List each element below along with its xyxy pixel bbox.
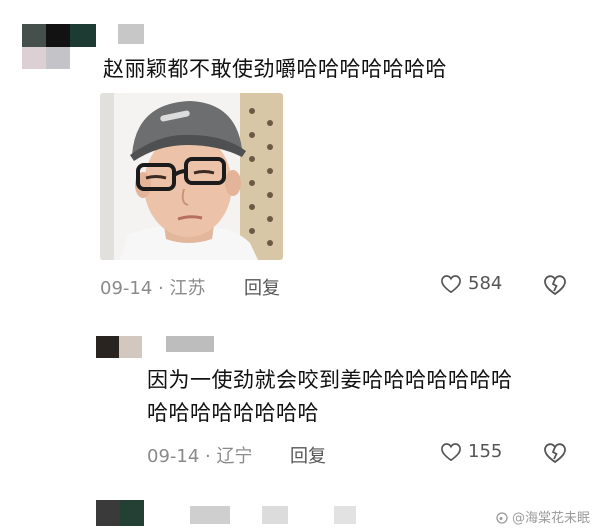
dislike-button[interactable] [543, 274, 567, 300]
comment-text: 赵丽颖都不敢使劲嚼哈哈哈哈哈哈哈 [103, 57, 447, 81]
avatar[interactable] [96, 336, 142, 358]
like-count: 155 [468, 441, 503, 462]
broken-heart-icon [544, 275, 566, 296]
comment-date: 09-14 [100, 278, 153, 299]
username-redacted[interactable] [262, 506, 288, 524]
watermark: @海棠花未眠 [495, 507, 590, 526]
heart-icon [441, 274, 461, 293]
comment-date-location: 09-14 · 江苏 [100, 278, 206, 299]
comment-location: 江苏 [169, 278, 206, 299]
portrait-photo [100, 93, 283, 260]
comment-date-location: 09-14 · 辽宁 [147, 446, 253, 467]
watermark-text: @海棠花未眠 [511, 511, 590, 526]
weibo-logo-icon [496, 511, 508, 524]
username-redacted[interactable] [118, 24, 144, 44]
like-count: 584 [468, 273, 503, 294]
avatar[interactable] [22, 24, 98, 70]
comment-location: 辽宁 [216, 446, 253, 467]
broken-heart-icon [544, 443, 566, 464]
reply-button[interactable]: 回复 [244, 274, 280, 300]
comment-image[interactable] [100, 93, 283, 260]
username-redacted[interactable] [166, 336, 214, 352]
reply-button[interactable]: 回复 [290, 442, 326, 468]
comment-date: 09-14 [147, 446, 200, 467]
username-redacted[interactable] [190, 506, 230, 524]
comment-text-line-1: 因为一使劲就会咬到姜哈哈哈哈哈哈哈 [147, 368, 513, 392]
username-redacted[interactable] [334, 506, 356, 524]
avatar[interactable] [96, 500, 144, 526]
like-button[interactable]: 584 [440, 273, 502, 294]
comment-text-line-2: 哈哈哈哈哈哈哈哈 [147, 401, 319, 425]
heart-icon [441, 442, 461, 461]
like-button[interactable]: 155 [440, 441, 502, 462]
dislike-button[interactable] [543, 442, 567, 468]
